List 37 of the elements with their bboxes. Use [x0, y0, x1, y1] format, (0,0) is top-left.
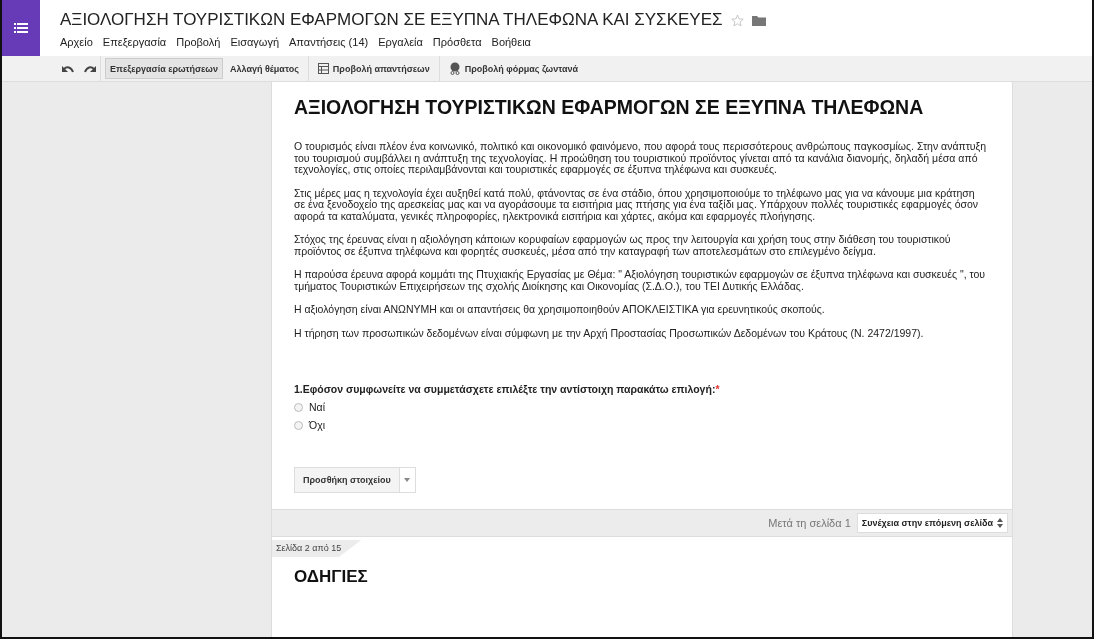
radio-button[interactable]	[294, 420, 303, 430]
description-paragraph: Ο τουρισμός είναι πλέον ένα κοινωνικό, πολιτικό και οικονομικό φαινόμενο, που αφορά τους περισσότερους ανθρώπους παγκοσμίως. Στην ανάπτυξη του τουρισμού συμβάλλει η ανάπτυξη της τεχνολογίας. Η προώθηση του τουριστικού προϊόντος γίνεται από τα κανάλια διανομής, δηλαδή μέσα από τεχνολογίες, στις οποίες περιλαμβάνονται και τουριστικές εφαρμογές σε έξυπνα τηλέφωνα και συσκευές.	[294, 141, 988, 176]
question-text: 1.Εφόσον συμφωνείτε να συμμετάσχετε επιλέξτε την αντίστοιχη παρακάτω επιλογή:*	[294, 383, 721, 395]
menu-item[interactable]: Εισαγωγή	[230, 36, 280, 48]
menu-item[interactable]: Αρχείο	[60, 36, 93, 48]
sort-arrows-icon	[997, 518, 1003, 528]
toolbar-button[interactable]: Αλλαγή θέματος	[225, 58, 304, 79]
undo-icon[interactable]	[62, 64, 74, 73]
add-item-button[interactable]: Προσθήκη στοιχείου	[294, 467, 400, 493]
description-paragraph: Η παρούσα έρευνα αφορά κομμάτι της Πτυχιακής Εργασίας με Θέμα: " Αξιολόγηση τουριστικών εφαρμογών σε έξυπνα τηλέφωνα και συσκευές ", του τμήματος Τουριστικών Επιχειρήσεων της σχολής Διοίκησης και Οικονομίας (Σ.Δ.Ο.), του ΤΕΙ Δυτικής Ελλάδας.	[294, 269, 987, 292]
option-label[interactable]: Όχι	[309, 419, 325, 431]
menu-item[interactable]: Απαντήσεις (14)	[289, 36, 369, 48]
caret-icon	[404, 478, 411, 482]
section-heading: ΟΔΗΓΙΕΣ	[294, 567, 369, 587]
document-title[interactable]: ΑΞΙΟΛΟΓΗΣΗ ΤΟΥΡΙΣΤΙΚΩΝ ΕΦΑΡΜΟΓΩΝ ΣΕ ΕΞΥΠΝΑ ΤΗΛΕΦΩΝΑ ΚΑΙ ΣΥΣΚΕΥΕΣ	[60, 10, 723, 30]
description-paragraph: Στόχος της έρευνας είναι η αξιολόγηση κάποιων κορυφαίων εφαρμογών ως προς την λειτουργία και χρήση τους στην διάθεση του τουριστικού προϊόντος σε έξυπνα τηλέφωνα και φορητές συσκευές, μέσα από την καταγραφή των αποτελεσμάτων στο επιλεγμένο δείγμα.	[294, 234, 952, 257]
description-paragraph: Η τήρηση των προσωπικών δεδομένων είναι σύμφωνη με την Αρχή Προστασίας Προσωπικών Δεδομένων του Κράτους (Ν. 2472/1997).	[294, 327, 925, 339]
menu-item[interactable]: Εργαλεία	[378, 36, 423, 48]
option-label[interactable]: Ναί	[309, 401, 325, 413]
description-paragraph: Η αξιολόγηση είναι ΑΝΩΝΥΜΗ και οι απαντήσεις θα χρησιμοποιηθούν ΑΠΟΚΛΕΙΣΤΙΚΑ για ερευνητικούς σκοπούς.	[294, 304, 826, 316]
folder-icon[interactable]	[751, 14, 766, 26]
description-paragraph: Στις μέρες μας η τεχνολογία έχει αυξηθεί κατά πολύ, φτάνοντας σε ένα στάδιο, όπου χρησιμοποιούμε το τηλέφωνο μας για να κάνουμε μια κράτηση σε ένα ξενοδοχείο της αρεσκείας μας και να αγοράσουμε τα εισιτήρια μας πτήσης για ένα ταξίδι μας. Υπάρχουν πολλές τουριστικές εφαρμογές όσον αφορά τα καταλύματα, γενικές πληροφορίες, ηλεκτρονικά εισιτήρια και χάρτες, ακόμα και εφαρμογές πλοήγησης.	[294, 187, 980, 222]
star-icon[interactable]	[730, 13, 744, 27]
menu-item[interactable]: Πρόσθετα	[432, 36, 482, 48]
forms-menu-icon[interactable]	[2, 0, 40, 56]
navigation-select[interactable]: Συνέχεια στην επόμενη σελίδα	[856, 513, 1008, 533]
page-break-label: Μετά τη σελίδα 1	[768, 517, 851, 529]
toolbar-button[interactable]: Προβολή απαντήσεων	[312, 58, 435, 79]
radio-button[interactable]	[294, 402, 303, 412]
menu-item[interactable]: Προβολή	[176, 36, 221, 48]
table-icon	[317, 63, 329, 74]
toolbar-button[interactable]: Προβολή φόρμας ζωντανά	[443, 58, 584, 79]
menu-item[interactable]: Επεξεργασία	[102, 36, 167, 48]
toolbar-button[interactable]: Επεξεργασία ερωτήσεων	[105, 58, 223, 79]
form-heading: ΑΞΙΟΛΟΓΗΣΗ ΤΟΥΡΙΣΤΙΚΩΝ ΕΦΑΡΜΟΓΩΝ ΣΕ ΕΞΥΠΝΑ ΤΗΛΕΦΩΝΑ	[294, 96, 925, 119]
redo-icon[interactable]	[84, 64, 96, 73]
menu-item[interactable]: Βοήθεια	[491, 36, 531, 48]
